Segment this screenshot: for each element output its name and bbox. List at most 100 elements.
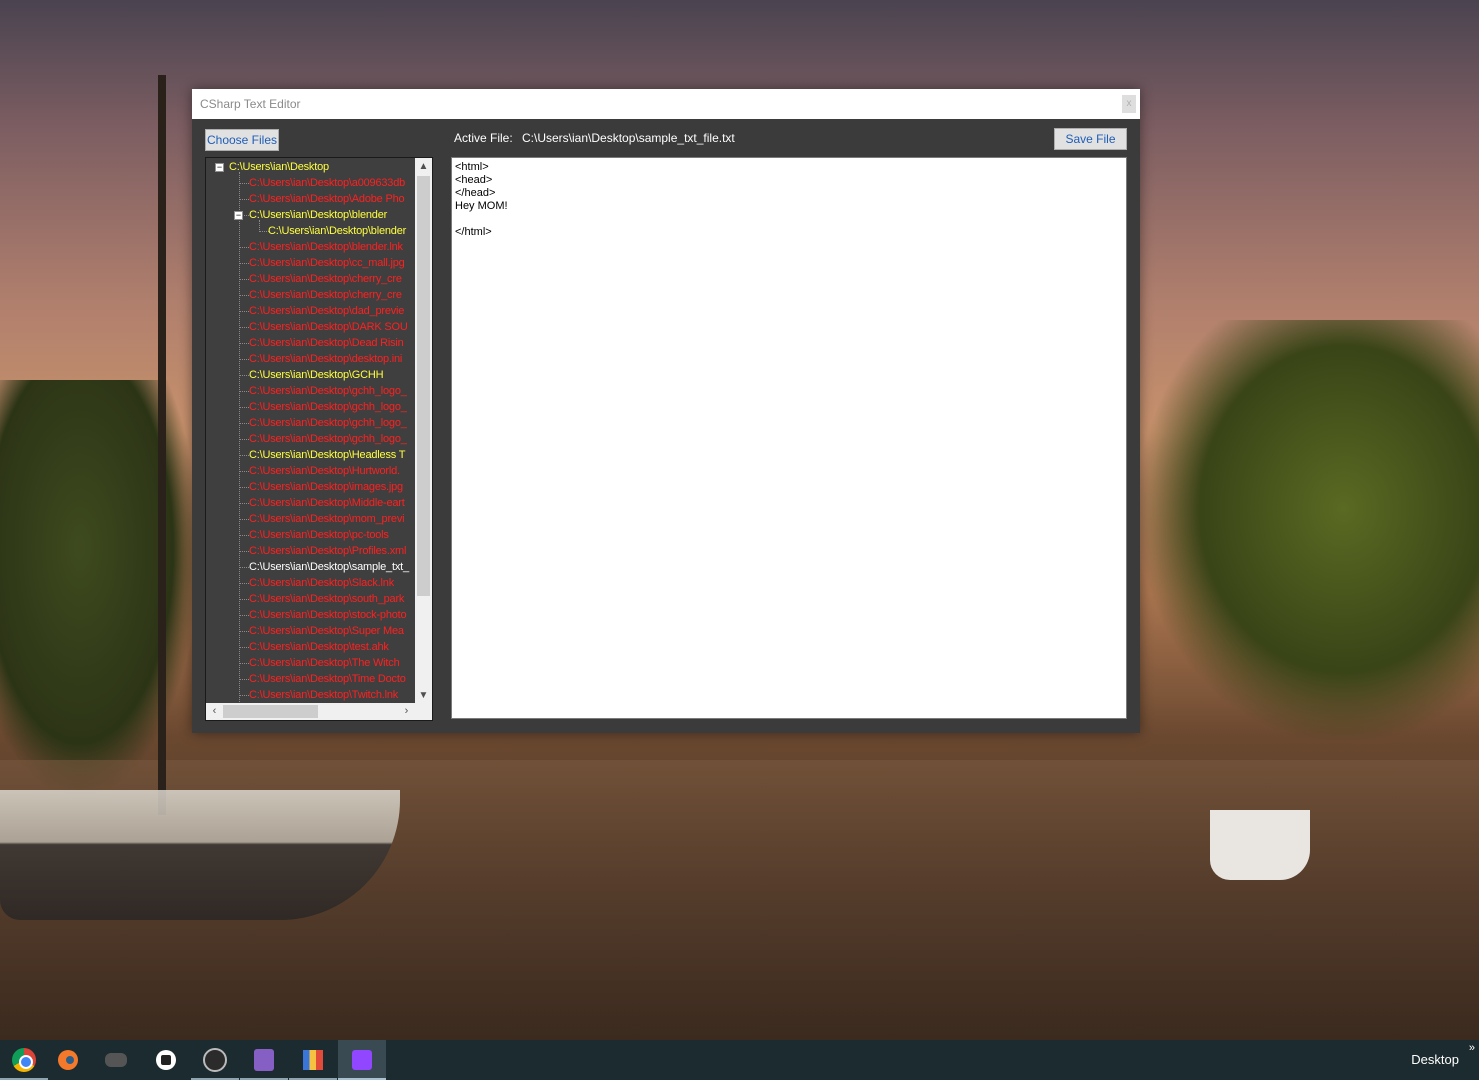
tree-node[interactable]: C:\Users\ian\Desktop\mom_previ — [249, 511, 405, 527]
file-explorer-icon[interactable] — [289, 1040, 337, 1080]
save-file-button[interactable]: Save File — [1054, 128, 1127, 150]
tree-node[interactable]: C:\Users\ian\Desktop\blender — [249, 207, 387, 223]
collapse-icon[interactable]: − — [215, 163, 224, 172]
scroll-right-icon[interactable]: › — [398, 703, 415, 720]
editor-window: CSharp Text Editor x Choose Files Active… — [192, 89, 1140, 733]
tree-node[interactable]: C:\Users\ian\Desktop\images.jpg — [249, 479, 403, 495]
tree-guide-line — [239, 567, 249, 568]
scroll-left-icon[interactable]: ‹ — [206, 703, 223, 720]
tree-node[interactable]: C:\Users\ian\Desktop\gchh_logo_ — [249, 415, 407, 431]
background-mast — [158, 75, 166, 815]
tree-guide-line — [239, 583, 249, 584]
tree-guide-line — [239, 359, 249, 360]
tree-node[interactable]: C:\Users\ian\Desktop\Twitch.lnk — [249, 687, 398, 703]
background-boat-right — [1210, 810, 1310, 880]
tree-node[interactable]: C:\Users\ian\Desktop\Profiles.xml — [249, 543, 406, 559]
slack-icon[interactable] — [142, 1040, 190, 1080]
tree-guide-line — [239, 247, 249, 248]
tree-guide-line — [239, 615, 249, 616]
tree-guide-line — [239, 519, 249, 520]
vertical-scroll-thumb[interactable] — [417, 176, 430, 596]
tree-guide-line — [239, 471, 249, 472]
background-canal — [0, 760, 1479, 1040]
tree-guide-line — [239, 423, 249, 424]
obs-icon[interactable] — [191, 1040, 239, 1080]
tree-guide-line — [239, 279, 249, 280]
tree-guide-line — [239, 183, 249, 184]
tree-node[interactable]: C:\Users\ian\Desktop\south_park — [249, 591, 404, 607]
tree-guide-line — [239, 407, 249, 408]
scroll-down-icon[interactable]: ▼ — [415, 687, 432, 704]
tree-node[interactable]: C:\Users\ian\Desktop\The Witch — [249, 655, 400, 671]
tree-node[interactable]: C:\Users\ian\Desktop\cc_mall.jpg — [249, 255, 405, 271]
tree-guide-line — [239, 439, 249, 440]
tree-guide-line — [239, 599, 249, 600]
tree-node[interactable]: C:\Users\ian\Desktop\cherry_cre — [249, 287, 402, 303]
file-tree-viewport: − C:\Users\ian\Desktop C:\Users\ian\Desk… — [206, 158, 414, 704]
tree-node[interactable]: C:\Users\ian\Desktop\blender.lnk — [249, 239, 403, 255]
tree-node[interactable]: C:\Users\ian\Desktop\Headless T — [249, 447, 405, 463]
tree-node[interactable]: C:\Users\ian\Desktop\sample_txt_ — [249, 559, 409, 575]
tree-guide-line — [239, 455, 249, 456]
active-file-path: C:\Users\ian\Desktop\sample_txt_file.txt — [522, 131, 735, 145]
tree-node[interactable]: C:\Users\ian\Desktop\Super Mea — [249, 623, 404, 639]
chrome-icon[interactable] — [0, 1040, 48, 1080]
tree-node[interactable]: C:\Users\ian\Desktop\cherry_cre — [249, 271, 402, 287]
game-controller-icon[interactable] — [93, 1040, 141, 1080]
tree-guide-line — [239, 487, 249, 488]
tree-guide-line — [239, 172, 240, 704]
tree-node[interactable]: C:\Users\ian\Desktop\Hurtworld. — [249, 463, 400, 479]
tree-guide-line — [239, 391, 249, 392]
tree-guide-line — [239, 295, 249, 296]
active-file-label: Active File: — [454, 131, 513, 145]
tree-node[interactable]: C:\Users\ian\Desktop\desktop.ini — [249, 351, 402, 367]
tree-node[interactable]: C:\Users\ian\Desktop\test.ahk — [249, 639, 389, 655]
taskbar: Desktop » — [0, 1040, 1479, 1080]
toolbar-overflow-icon[interactable]: » — [1469, 1042, 1475, 1054]
tree-node[interactable]: C:\Users\ian\Desktop\gchh_logo_ — [249, 383, 407, 399]
close-button[interactable]: x — [1122, 95, 1136, 113]
tree-guide-line — [239, 663, 249, 664]
tree-guide-line — [239, 263, 249, 264]
file-tree[interactable]: − C:\Users\ian\Desktop C:\Users\ian\Desk… — [205, 157, 433, 721]
tree-node[interactable]: C:\Users\ian\Desktop\Dead Risin — [249, 335, 404, 351]
tree-guide-line — [239, 631, 249, 632]
tree-node[interactable]: C:\Users\ian\Desktop\pc-tools — [249, 527, 389, 543]
tree-node[interactable]: C:\Users\ian\Desktop\dad_previe — [249, 303, 404, 319]
tree-guide-line — [239, 327, 249, 328]
horizontal-scroll-thumb[interactable] — [223, 705, 318, 718]
tree-node[interactable]: C:\Users\ian\Desktop\a009633db — [249, 175, 405, 191]
tree-guide-line — [239, 647, 249, 648]
blender-icon[interactable] — [44, 1040, 92, 1080]
window-title: CSharp Text Editor — [200, 97, 301, 111]
tree-guide-line — [239, 311, 249, 312]
choose-files-button[interactable]: Choose Files — [205, 129, 279, 151]
collapse-icon[interactable]: − — [234, 211, 243, 220]
background-trees-left — [0, 380, 200, 800]
tree-node[interactable]: C:\Users\ian\Desktop\gchh_logo_ — [249, 399, 407, 415]
visual-studio-icon[interactable] — [240, 1040, 288, 1080]
text-editor-area[interactable]: <html> <head> </head> Hey MOM! </html> — [451, 157, 1127, 719]
tree-node[interactable]: C:\Users\ian\Desktop\GCHH — [249, 367, 384, 383]
tree-node[interactable]: C:\Users\ian\Desktop\blender — [268, 223, 406, 239]
title-bar[interactable]: CSharp Text Editor x — [192, 89, 1140, 119]
tree-node[interactable]: C:\Users\ian\Desktop\Time Docto — [249, 671, 406, 687]
background-boat — [0, 790, 400, 920]
scroll-up-icon[interactable]: ▲ — [415, 158, 432, 175]
tree-node[interactable]: C:\Users\ian\Desktop\Adobe Pho — [249, 191, 405, 207]
tree-guide-line — [239, 535, 249, 536]
tree-node[interactable]: C:\Users\ian\Desktop\stock-photo — [249, 607, 407, 623]
tree-node[interactable]: C:\Users\ian\Desktop\DARK SOU — [249, 319, 408, 335]
tree-guide-line — [239, 343, 249, 344]
tree-vertical-scrollbar[interactable]: ▲ ▼ — [415, 158, 432, 704]
tree-guide-line — [239, 503, 249, 504]
tree-node[interactable]: C:\Users\ian\Desktop\Middle-eart — [249, 495, 405, 511]
tree-guide-line — [239, 551, 249, 552]
tree-node[interactable]: C:\Users\ian\Desktop\Slack.lnk — [249, 575, 394, 591]
tree-node[interactable]: C:\Users\ian\Desktop\gchh_logo_ — [249, 431, 407, 447]
desktop-toolbar-label[interactable]: Desktop — [1411, 1052, 1459, 1067]
twitch-icon[interactable] — [338, 1040, 386, 1080]
tree-root-node[interactable]: C:\Users\ian\Desktop — [229, 159, 329, 175]
tree-guide-line — [239, 375, 249, 376]
tree-horizontal-scrollbar[interactable]: ‹ › — [206, 703, 432, 720]
